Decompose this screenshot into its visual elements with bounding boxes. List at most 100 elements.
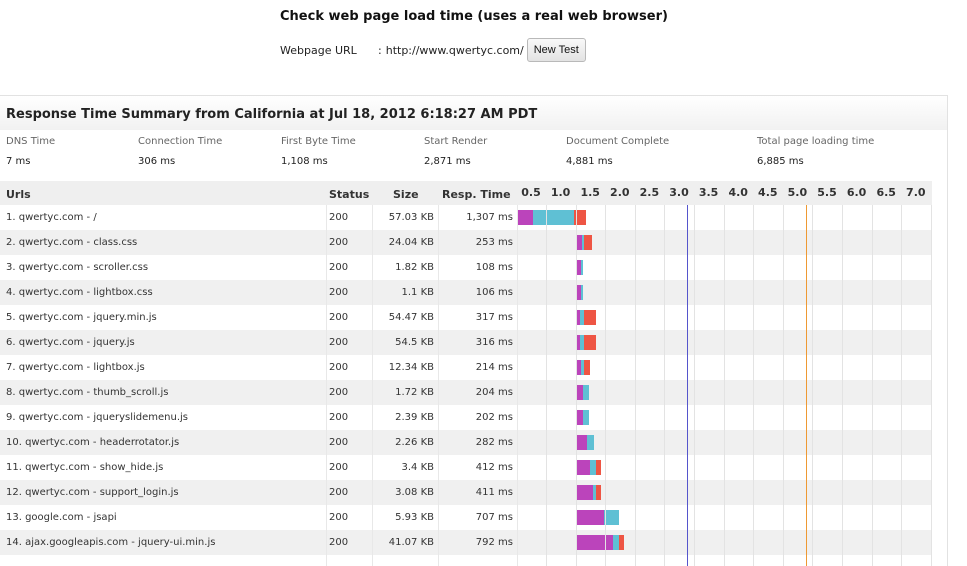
new-test-button[interactable]: New Test (526, 38, 586, 62)
timeline-tick: 6.5 (876, 186, 896, 199)
url-cell: 11. qwertyc.com - show_hide.js (6, 462, 164, 473)
status-cell: 200 (329, 487, 349, 498)
metric-value: 1,108 ms (281, 156, 328, 167)
metric-dns-time: DNS Time 7 ms (6, 136, 55, 167)
waterfall-segment-first-byte (518, 210, 533, 225)
url-row: Webpage URL : http://www.qwertyc.com/ Ne… (280, 38, 586, 62)
waterfall-bar (577, 410, 589, 425)
url-cell: 8. qwertyc.com - thumb_scroll.js (6, 387, 169, 398)
timeline-tick: 1.0 (550, 186, 571, 199)
metric-start-render: Start Render 2,871 ms (424, 136, 487, 167)
grid-line (812, 205, 814, 566)
metric-label: Document Complete (566, 136, 670, 147)
table-row[interactable]: 2. qwertyc.com - class.css 200 24.04 KB 253… (0, 230, 932, 255)
table-row[interactable]: 5. qwertyc.com - jquery.min.js 200 54.47 K… (0, 305, 932, 330)
header-size[interactable]: Size (393, 188, 419, 201)
header-status[interactable]: Status (329, 188, 369, 201)
size-cell: 41.07 KB (388, 537, 434, 548)
summary-title: Response Time Summary from California at… (6, 107, 538, 122)
waterfall-segment-content (596, 460, 602, 475)
table-row[interactable]: 10. qwertyc.com - headerrotator.js 200 2.2… (0, 430, 932, 455)
metric-label: First Byte Time (281, 136, 356, 147)
resp-time-cell: 792 ms (475, 537, 513, 548)
table-row[interactable]: 9. qwertyc.com - jqueryslidemenu.js 200 2.… (0, 405, 932, 430)
status-cell: 200 (329, 212, 349, 223)
waterfall-segment-first-byte (577, 535, 613, 550)
status-cell: 200 (329, 287, 349, 298)
url-separator: : (378, 43, 382, 57)
status-cell: 200 (329, 462, 349, 473)
waterfall-bar (577, 235, 592, 250)
timeline-tick: 3.0 (669, 186, 689, 199)
table-row[interactable]: 4. qwertyc.com - lightbox.css 200 1.1 KB 10… (0, 280, 932, 305)
table-row[interactable]: 7. qwertyc.com - lightbox.js 200 12.34 KB 2… (0, 355, 932, 380)
waterfall-bar (577, 310, 596, 325)
waterfall-segment-first-byte (577, 485, 593, 500)
table-row[interactable]: 8. qwertyc.com - thumb_scroll.js 200 1.72 … (0, 380, 932, 405)
resp-time-cell: 411 ms (475, 487, 513, 498)
url-cell: 5. qwertyc.com - jquery.min.js (6, 312, 157, 323)
status-cell: 200 (329, 262, 349, 273)
grid-line (753, 205, 755, 566)
table-row[interactable]: 14. ajax.googleapis.com - jquery-ui.min.… (0, 530, 932, 555)
metric-label: Connection Time (138, 136, 223, 147)
waterfall-segment-download (583, 385, 589, 400)
size-cell: 3.4 KB (401, 462, 435, 473)
grid-line (694, 205, 695, 566)
table-row[interactable]: 1. qwertyc.com - / 200 57.03 KB 1,307 ms (0, 205, 932, 230)
timeline-tick: 5.5 (817, 186, 837, 199)
metric-value: 6,885 ms (757, 156, 804, 167)
waterfall-bar (577, 260, 584, 275)
header-urls[interactable]: Urls (6, 188, 31, 201)
grid-line (842, 205, 843, 566)
table-row[interactable]: 12. qwertyc.com - support_login.js 200 3.0… (0, 480, 932, 505)
waterfall-segment-content (584, 335, 596, 350)
size-cell: 1.72 KB (395, 387, 434, 398)
grid-line (546, 205, 547, 566)
status-cell: 200 (329, 437, 349, 448)
url-cell: 13. google.com - jsapi (6, 512, 117, 523)
timeline-tick: 3.5 (698, 186, 719, 199)
table-row[interactable]: 3. qwertyc.com - scroller.css 200 1.82 KB 1… (0, 255, 932, 280)
column-separator (372, 205, 373, 566)
metric-value: 2,871 ms (424, 156, 471, 167)
size-cell: 54.47 KB (388, 312, 434, 323)
timeline-tick: 6.0 (846, 186, 867, 199)
table-row[interactable]: 11. qwertyc.com - show_hide.js 200 3.4 KB 4… (0, 455, 932, 480)
resp-time-cell: 106 ms (475, 287, 513, 298)
waterfall-bar (577, 360, 590, 375)
waterfall-bar (577, 485, 602, 500)
url-cell: 1. qwertyc.com - / (6, 212, 97, 223)
resp-time-cell: 316 ms (475, 337, 513, 348)
waterfall-bar (577, 460, 602, 475)
start-render-marker (686, 205, 688, 566)
size-cell: 1.82 KB (395, 262, 434, 273)
waterfall-segment-content (618, 535, 624, 550)
resp-time-cell: 214 ms (475, 362, 513, 373)
table-row[interactable]: 13. google.com - jsapi 200 5.93 KB 707 ms (0, 505, 932, 530)
grid-line (871, 205, 873, 566)
table-row[interactable]: 6. qwertyc.com - jquery.js 200 54.5 KB 316 … (0, 330, 932, 355)
status-cell: 200 (329, 412, 349, 423)
url-cell: 12. qwertyc.com - support_login.js (6, 487, 179, 498)
metric-value: 7 ms (6, 156, 31, 167)
resp-time-cell: 253 ms (475, 237, 513, 248)
timeline-tick: 5.0 (787, 186, 808, 199)
resp-time-cell: 1,307 ms (466, 212, 513, 223)
status-cell: 200 (329, 362, 349, 373)
grid-line (782, 205, 784, 566)
resp-time-cell: 204 ms (475, 387, 513, 398)
metric-document-complete: Document Complete 4,881 ms (566, 136, 670, 167)
size-cell: 24.04 KB (388, 237, 434, 248)
url-cell: 4. qwertyc.com - lightbox.css (6, 287, 153, 298)
waterfall-bar (577, 535, 624, 550)
waterfall-segment-first-byte (577, 510, 604, 525)
url-cell: 10. qwertyc.com - headerrotator.js (6, 437, 180, 448)
header-resp-time[interactable]: Resp. Time (442, 188, 511, 201)
url-value[interactable]: http://www.qwertyc.com/ (386, 44, 524, 57)
metric-total-page-loading-time: Total page loading time 6,885 ms (757, 136, 874, 167)
resp-time-cell: 707 ms (475, 512, 513, 523)
url-label: Webpage URL (280, 43, 357, 57)
resp-time-cell: 282 ms (475, 437, 513, 448)
grid-line (634, 205, 636, 566)
